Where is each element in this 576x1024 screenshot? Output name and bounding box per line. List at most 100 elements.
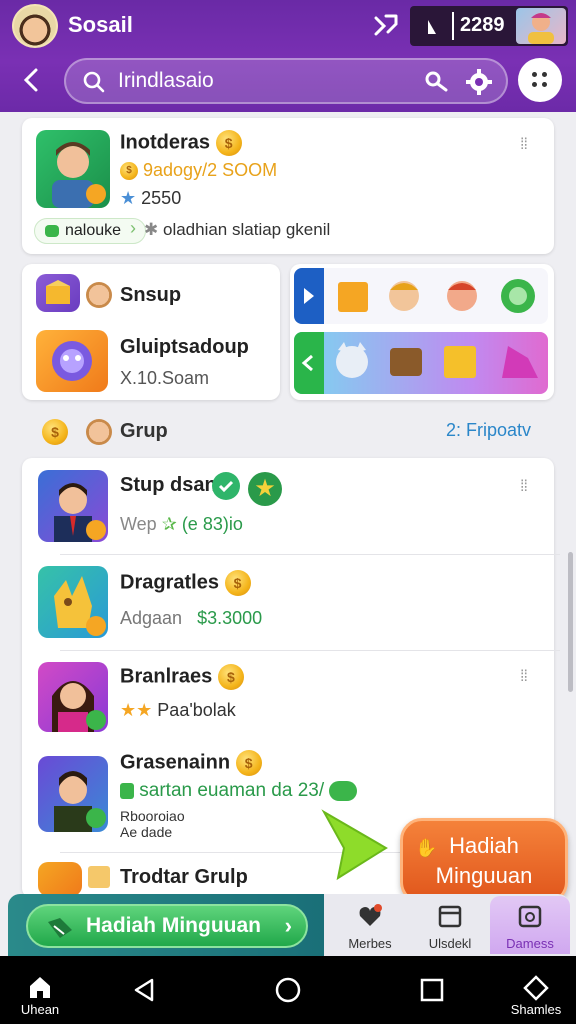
sticker-strip-2[interactable] bbox=[294, 332, 548, 394]
tab-label: Merbes bbox=[348, 936, 392, 951]
section-header: $ Grup 2: Fripoatv bbox=[0, 410, 576, 454]
badge-icon bbox=[120, 782, 134, 799]
drag-handle-icon[interactable]: ⁞⁞ bbox=[520, 136, 528, 154]
sticker-row-2-icon bbox=[336, 342, 538, 378]
back-button[interactable] bbox=[16, 62, 50, 98]
hand-icon: ✋ bbox=[415, 838, 438, 858]
coin-icon: $ bbox=[215, 130, 242, 156]
search-icon bbox=[83, 71, 105, 93]
sticker-card[interactable] bbox=[290, 264, 554, 400]
back-triangle-icon bbox=[134, 978, 154, 1002]
clock-icon bbox=[518, 905, 542, 928]
item-extra: (e 83)io bbox=[181, 514, 243, 534]
divider bbox=[60, 554, 560, 555]
weekly-reward-button[interactable]: Hadiah Minguuan › bbox=[26, 904, 308, 948]
back-arrow-icon[interactable] bbox=[294, 332, 324, 394]
featured-stat: 9adogy/2 SOOM bbox=[143, 160, 278, 180]
item-title: Dragratles bbox=[120, 571, 219, 594]
featured-rating: 2550 bbox=[141, 188, 182, 208]
leaf-icon bbox=[329, 780, 358, 801]
gear-icon[interactable] bbox=[466, 69, 492, 95]
weekly-reward-floating-button[interactable]: ✋ Hadiah Minguuan bbox=[400, 818, 568, 904]
play-icon[interactable] bbox=[294, 268, 324, 324]
filter-icon[interactable] bbox=[424, 70, 450, 94]
box-icon bbox=[36, 274, 80, 312]
recents-icon bbox=[420, 978, 444, 1002]
brand-row: Sosail 2289 bbox=[0, 0, 576, 52]
item-avatar bbox=[38, 862, 82, 894]
pin-icon: ✱ bbox=[144, 220, 159, 239]
box-icon bbox=[88, 866, 110, 888]
game-icon bbox=[36, 330, 108, 392]
check-icon bbox=[212, 472, 240, 500]
drag-handle-icon[interactable]: ⁞⁞ bbox=[520, 478, 528, 496]
user-avatar[interactable] bbox=[12, 4, 58, 48]
star-badge-icon: ★ bbox=[248, 472, 282, 506]
gift-icon bbox=[46, 914, 74, 938]
item-sub: Wep bbox=[120, 514, 157, 534]
menu-label: Shamles bbox=[510, 1002, 562, 1017]
home-icon bbox=[30, 977, 50, 998]
section-link[interactable]: 2: Fripoatv bbox=[446, 420, 531, 441]
tab-games[interactable]: Damess bbox=[490, 896, 570, 954]
list-item[interactable]: Branlraes $ ★★ Paa'bolak ⁞⁞ bbox=[22, 652, 554, 740]
bottom-cta-area: Hadiah Minguuan › bbox=[8, 894, 324, 956]
profile-avatar[interactable] bbox=[516, 8, 566, 44]
item-title: Branlraes bbox=[120, 665, 213, 688]
pointer-arrow-icon bbox=[321, 809, 388, 881]
app-name: Sosail bbox=[68, 12, 133, 37]
item-sub: Adgaan bbox=[120, 608, 183, 628]
scrollbar[interactable] bbox=[568, 552, 573, 692]
sticker-strip-1[interactable] bbox=[294, 268, 548, 324]
mini-card-title: Snsup bbox=[120, 284, 182, 306]
system-navigation-bar: Uhean Shamles bbox=[0, 956, 576, 1024]
apps-menu-button[interactable] bbox=[518, 58, 562, 102]
featured-card[interactable]: Inotderas $ $ 9adogy/2 SOOM ★ 2550 ⁞⁞ na… bbox=[22, 118, 554, 254]
app-header: Sosail 2289 bbox=[0, 0, 576, 112]
section-count: 2: bbox=[446, 420, 462, 440]
drag-handle-icon[interactable]: ⁞⁞ bbox=[520, 668, 528, 686]
user-face-icon bbox=[86, 419, 112, 445]
coin-icon: $ bbox=[217, 664, 244, 690]
home-nav-button[interactable]: Uhean bbox=[0, 956, 80, 1024]
score-counter[interactable]: 2289 bbox=[410, 6, 568, 46]
item-line3: Rbooroiao bbox=[120, 808, 185, 824]
item-avatar bbox=[38, 470, 108, 542]
tab-label: Damess bbox=[506, 936, 554, 951]
home-circle-button[interactable] bbox=[248, 956, 328, 1024]
star-icon: ✰ bbox=[161, 514, 177, 534]
sticker-row-1-icon bbox=[338, 279, 535, 313]
menu-nav-button[interactable]: Shamles bbox=[496, 956, 576, 1024]
float-line-2: Minguuan bbox=[435, 863, 533, 888]
recents-button[interactable] bbox=[392, 956, 472, 1024]
mini-card-left[interactable]: Snsup Gluiptsadoup X.10.Soam bbox=[22, 264, 280, 400]
section-link-label[interactable]: Fripoatv bbox=[466, 420, 531, 440]
search-input[interactable] bbox=[118, 66, 418, 96]
item-price: $3.3000 bbox=[197, 608, 263, 628]
bottom-app-bar: Hadiah Minguuan › Merbes Ulsdekl Damess bbox=[8, 894, 570, 956]
tab-members[interactable]: Merbes bbox=[330, 896, 410, 954]
back-nav-button[interactable] bbox=[104, 956, 184, 1024]
item-title: Stup dsan bbox=[120, 474, 217, 496]
home-label: Uhean bbox=[20, 1002, 60, 1017]
coin-icon: $ bbox=[120, 162, 138, 181]
search-bar[interactable] bbox=[64, 58, 508, 104]
item-line4: Ae dade bbox=[120, 824, 173, 840]
home-circle-icon bbox=[275, 977, 301, 1003]
share-icon bbox=[523, 975, 549, 1001]
flag-icon bbox=[420, 14, 448, 38]
coin-icon: $ bbox=[42, 419, 68, 445]
list-item[interactable]: Dragratles $ Adgaan $3.3000 bbox=[22, 556, 554, 650]
stars-icon: ★★ bbox=[120, 700, 153, 720]
featured-name: Inotderas bbox=[120, 131, 211, 154]
score-value: 2289 bbox=[460, 14, 505, 36]
list-item[interactable]: Stup dsan ★ Wep ✰ (e 83)io ⁞⁞ bbox=[22, 458, 554, 554]
calendar-icon bbox=[438, 905, 462, 928]
item-sub: Paa'bolak bbox=[157, 700, 236, 720]
tab-updates[interactable]: Ulsdekl bbox=[410, 896, 490, 954]
divider bbox=[60, 650, 560, 651]
item-avatar bbox=[38, 662, 108, 732]
item-sub: sartan euaman da 23/ bbox=[139, 780, 325, 801]
scan-icon[interactable] bbox=[372, 12, 400, 38]
tab-label: Ulsdekl bbox=[428, 936, 472, 951]
